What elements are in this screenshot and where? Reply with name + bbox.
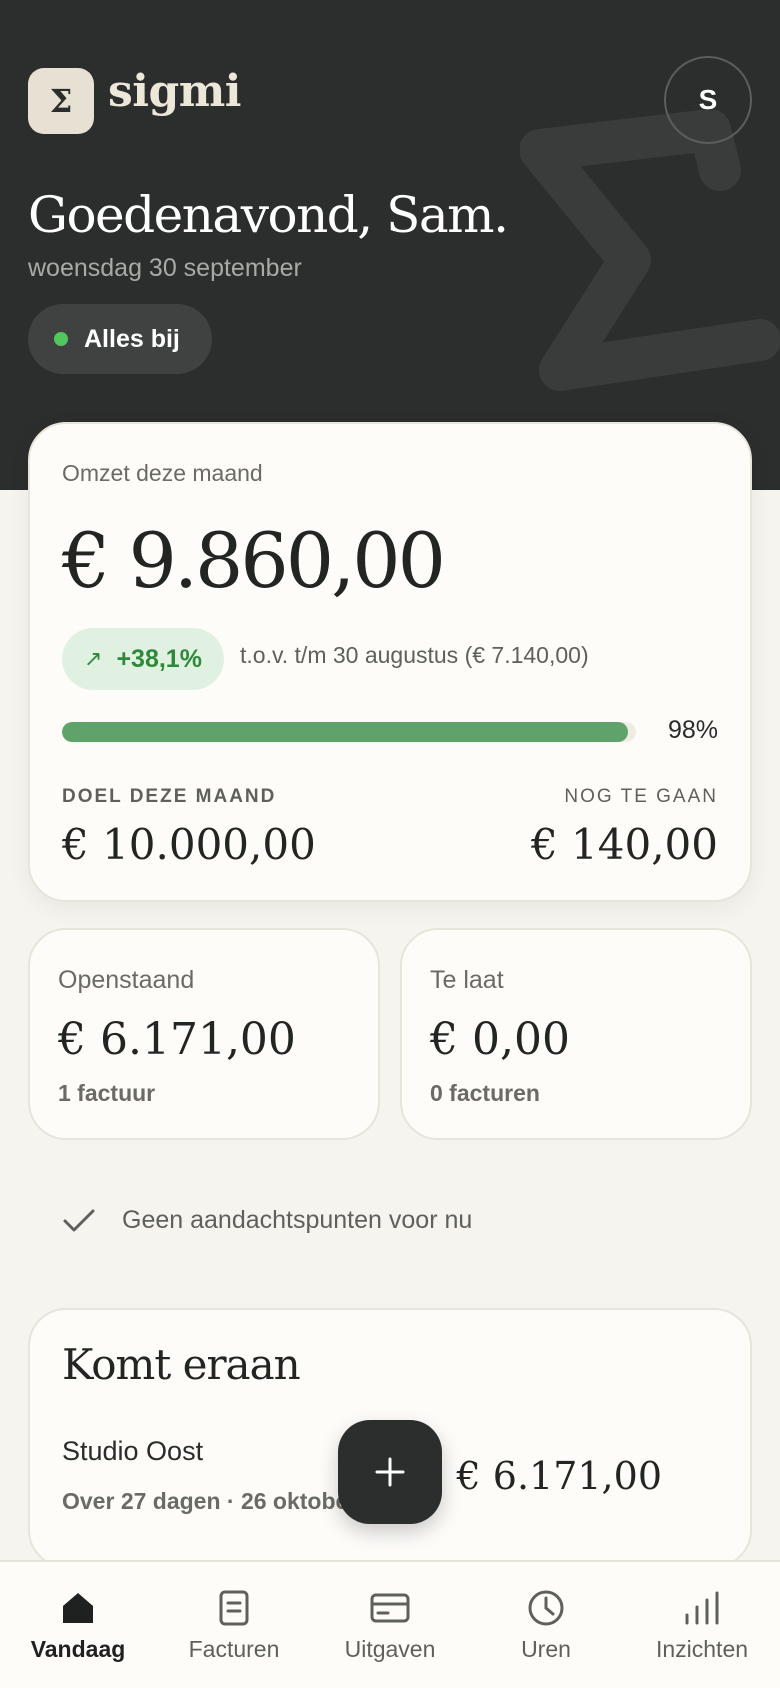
nav-item-facturen[interactable]: Facturen bbox=[156, 1562, 312, 1688]
document-icon bbox=[214, 1588, 254, 1628]
card-icon bbox=[370, 1588, 410, 1628]
nav-item-uren[interactable]: Uren bbox=[468, 1562, 624, 1688]
revenue-card[interactable]: Omzet deze maand € 9.860,00 ↗ +38,1% t.o… bbox=[28, 422, 752, 902]
nav-item-uitgaven[interactable]: Uitgaven bbox=[312, 1562, 468, 1688]
growth-value: +38,1% bbox=[116, 644, 202, 673]
clock-icon bbox=[526, 1588, 566, 1628]
sigma-watermark-icon bbox=[520, 110, 780, 391]
outstanding-amount: € 6.171,00 bbox=[58, 1014, 296, 1065]
header: Σ sigmi S Goedenavond, Sam. woensdag 30 … bbox=[0, 0, 780, 490]
overdue-count: 0 facturen bbox=[430, 1080, 540, 1106]
goal-progress-fill bbox=[62, 722, 628, 742]
status-dot-icon bbox=[54, 332, 68, 346]
status-pill[interactable]: Alles bij bbox=[28, 304, 212, 374]
nav-label: Uitgaven bbox=[344, 1636, 436, 1662]
logo-icon: Σ bbox=[28, 68, 94, 134]
progress-percent: 98% bbox=[667, 716, 718, 744]
status-label: Alles bij bbox=[84, 324, 180, 353]
revenue-label: Omzet deze maand bbox=[62, 460, 263, 486]
nav-label: Vandaag bbox=[30, 1636, 126, 1662]
notice-text: Geen aandachtspunten voor nu bbox=[122, 1206, 473, 1234]
nav-label: Inzichten bbox=[655, 1636, 749, 1662]
brand-name: sigmi bbox=[108, 66, 242, 117]
comparison-text: t.o.v. t/m 30 augustus (€ 7.140,00) bbox=[240, 642, 589, 668]
upcoming-title: Komt eraan bbox=[62, 1340, 301, 1389]
date-label: woensdag 30 september bbox=[28, 254, 302, 282]
goal-progress-bar bbox=[62, 722, 636, 742]
notice: Geen aandachtspunten voor nu bbox=[62, 1206, 472, 1235]
add-button[interactable] bbox=[338, 1420, 442, 1524]
nav-label: Uren bbox=[521, 1636, 571, 1662]
nav-label: Facturen bbox=[188, 1636, 280, 1662]
avatar[interactable]: S bbox=[664, 56, 752, 144]
check-icon bbox=[63, 1209, 95, 1231]
overdue-card[interactable]: Te laat € 0,00 0 facturen bbox=[400, 928, 752, 1140]
home-icon bbox=[58, 1588, 98, 1628]
plus-icon bbox=[375, 1457, 405, 1487]
greeting: Goedenavond, Sam. bbox=[28, 186, 509, 244]
overdue-amount: € 0,00 bbox=[430, 1014, 570, 1065]
outstanding-card[interactable]: Openstaand € 6.171,00 1 factuur bbox=[28, 928, 380, 1140]
growth-badge: ↗ +38,1% bbox=[62, 628, 224, 690]
nav-item-inzichten[interactable]: Inzichten bbox=[624, 1562, 780, 1688]
revenue-amount: € 9.860,00 bbox=[62, 516, 446, 605]
goal-value: € 10.000,00 bbox=[62, 820, 316, 869]
bars-icon bbox=[682, 1588, 722, 1628]
overdue-label: Te laat bbox=[430, 966, 504, 994]
nav-item-vandaag[interactable]: Vandaag bbox=[0, 1562, 156, 1688]
remaining-label: NOG TE GAAN bbox=[564, 786, 718, 807]
upcoming-client[interactable]: Studio Oost bbox=[62, 1436, 203, 1467]
remaining-value: € 140,00 bbox=[530, 820, 718, 869]
upcoming-due: Over 27 dagen · 26 oktober bbox=[62, 1488, 358, 1514]
bottom-nav: Vandaag Facturen Uitgaven Uren Inzichten bbox=[0, 1560, 780, 1688]
upcoming-amount: € 6.171,00 bbox=[456, 1454, 662, 1498]
outstanding-label: Openstaand bbox=[58, 966, 195, 994]
arrow-up-right-icon: ↗ bbox=[84, 646, 103, 671]
outstanding-count: 1 factuur bbox=[58, 1080, 156, 1106]
goal-label: DOEL DEZE MAAND bbox=[62, 786, 277, 807]
